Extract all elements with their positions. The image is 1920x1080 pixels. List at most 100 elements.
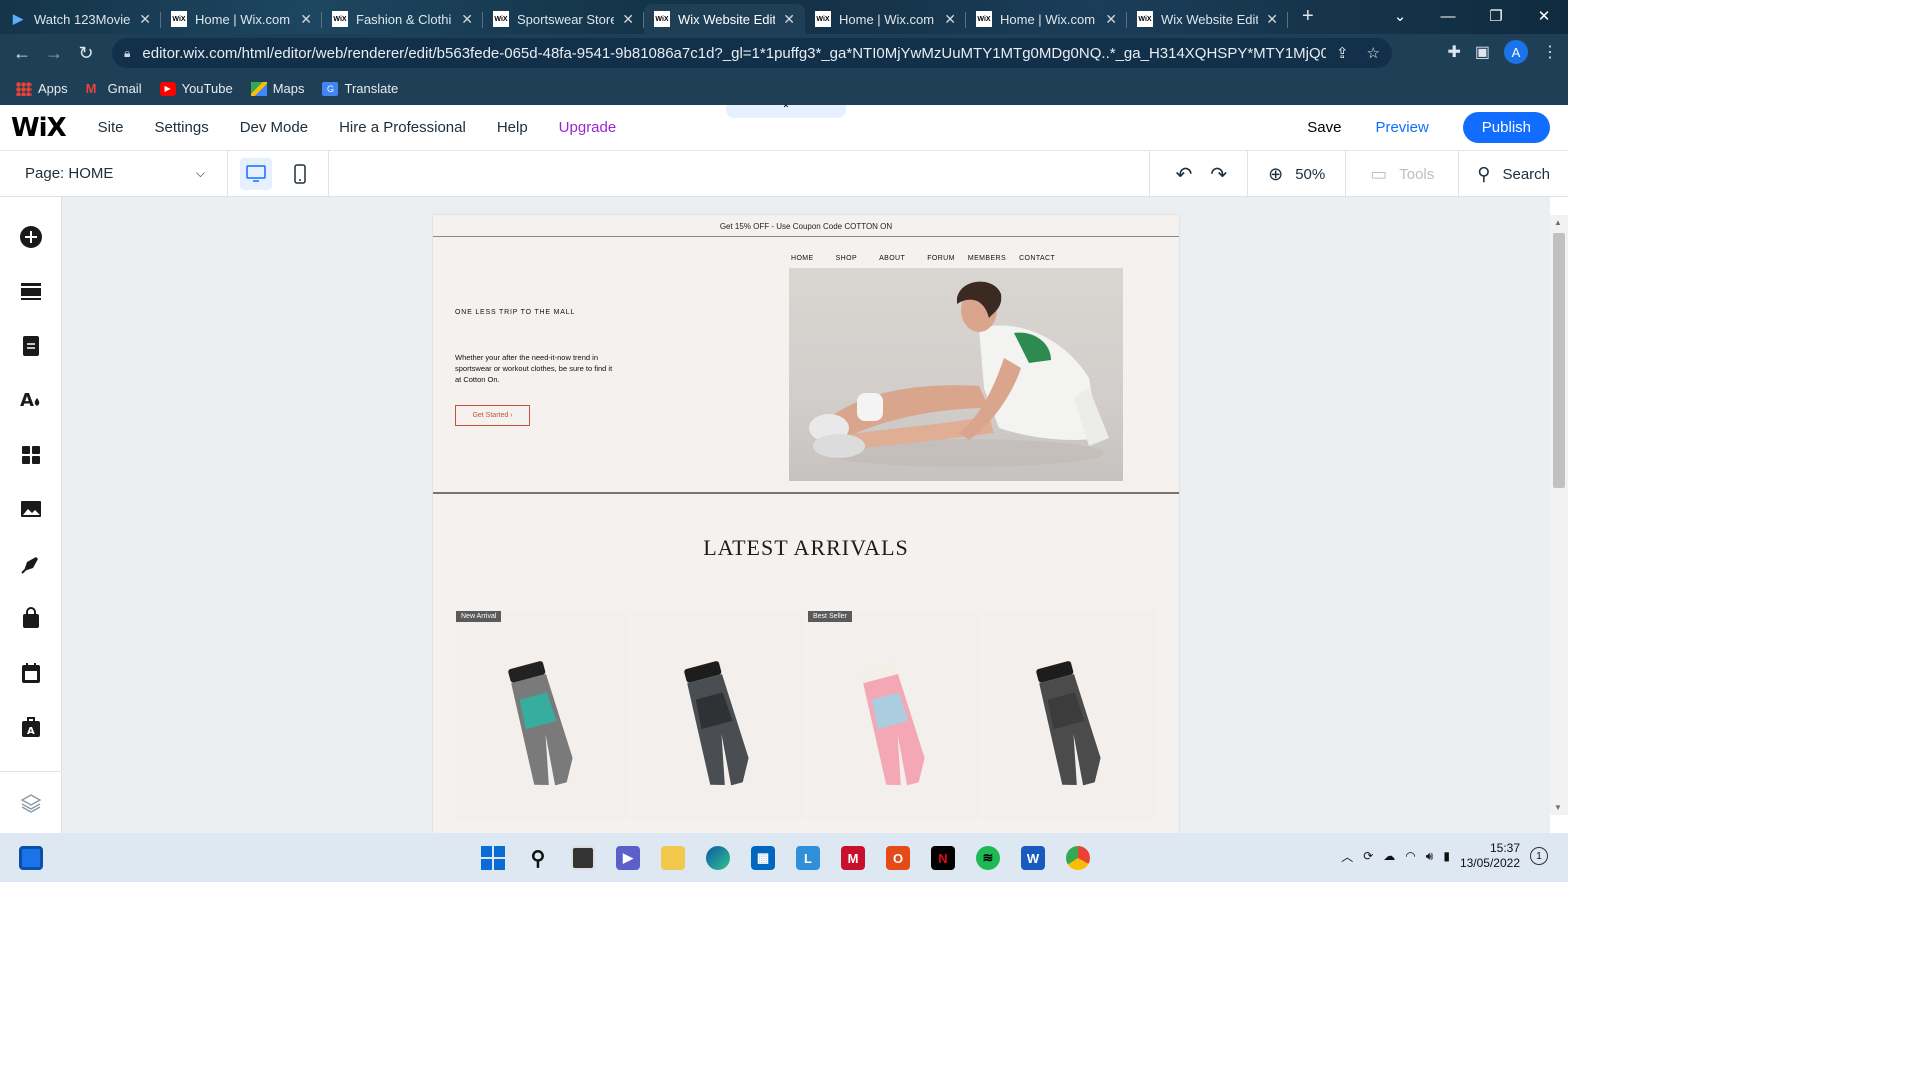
browser-tab[interactable]: WiX Home | Wix.com ✕ — [966, 4, 1127, 34]
word-icon[interactable]: W — [1021, 846, 1045, 870]
product-card[interactable]: New Arrival — [455, 610, 628, 820]
new-tab-icon[interactable]: + — [1302, 5, 1314, 28]
close-window-icon[interactable]: ✕ — [1520, 7, 1568, 25]
layers-icon[interactable] — [19, 791, 43, 815]
nav-forum[interactable]: FORUM — [927, 255, 955, 262]
undo-icon[interactable]: ↶ — [1176, 162, 1193, 187]
bookings-icon[interactable] — [19, 661, 43, 685]
close-tab-icon[interactable]: ✕ — [622, 11, 634, 28]
bookmark-translate[interactable]: G Translate — [322, 81, 398, 96]
close-tab-icon[interactable]: ✕ — [944, 11, 956, 28]
nav-contact[interactable]: CONTACT — [1019, 255, 1055, 262]
task-view-icon[interactable] — [571, 846, 595, 870]
scrollbar-thumb[interactable] — [1553, 233, 1565, 488]
share-icon[interactable]: ⇪ — [1336, 44, 1349, 62]
add-apps-icon[interactable] — [19, 443, 43, 467]
scroll-up-icon[interactable]: ▲ — [1554, 218, 1562, 227]
close-tab-icon[interactable]: ✕ — [783, 11, 795, 28]
close-tab-icon[interactable]: ✕ — [300, 11, 312, 28]
extensions-icon[interactable]: ✚ — [1447, 42, 1460, 62]
blog-icon[interactable] — [19, 552, 43, 576]
widgets-icon[interactable] — [19, 846, 43, 870]
preview-button[interactable]: Preview — [1375, 119, 1428, 136]
start-icon[interactable] — [481, 846, 505, 870]
onedrive-icon[interactable]: ☁ — [1383, 849, 1395, 863]
chevron-up-icon[interactable]: ︿ — [1341, 848, 1353, 865]
netflix-icon[interactable]: N — [931, 846, 955, 870]
battery-icon[interactable]: ▮ — [1443, 849, 1450, 863]
publish-button[interactable]: Publish — [1462, 112, 1550, 143]
add-section-icon[interactable] — [19, 279, 43, 303]
back-icon[interactable]: ← — [6, 43, 38, 64]
wifi-icon[interactable]: ◠ — [1405, 849, 1415, 863]
notification-badge[interactable]: 1 — [1530, 847, 1548, 865]
sync-icon[interactable]: ⟳ — [1363, 849, 1373, 863]
menu-hire-professional[interactable]: Hire a Professional — [339, 119, 466, 136]
spotify-icon[interactable]: ≋ — [976, 846, 1000, 870]
clock[interactable]: 15:37 13/05/2022 — [1460, 841, 1520, 871]
reload-icon[interactable]: ↻ — [70, 43, 102, 64]
browser-tab[interactable]: WiX Home | Wix.com ✕ — [805, 4, 966, 34]
bookmark-apps[interactable]: Apps — [16, 81, 68, 96]
product-card[interactable] — [631, 610, 804, 820]
site-page[interactable]: Get 15% OFF - Use Coupon Code COTTON ON … — [433, 215, 1179, 833]
edge-icon[interactable] — [706, 846, 730, 870]
hero-image[interactable] — [789, 268, 1123, 481]
mcafee-icon[interactable]: M — [841, 846, 865, 870]
wix-logo[interactable]: WiX — [11, 113, 67, 143]
browser-tab[interactable]: WiX Wix Website Edit ✕ — [1127, 4, 1288, 34]
save-button[interactable]: Save — [1307, 119, 1341, 136]
bookmark-gmail[interactable]: M Gmail — [86, 81, 142, 96]
bookmark-maps[interactable]: Maps — [250, 81, 304, 96]
nav-members[interactable]: MEMBERS — [968, 255, 1006, 262]
close-tab-icon[interactable]: ✕ — [1105, 11, 1117, 28]
volume-icon[interactable]: 🔊︎ — [1426, 849, 1434, 864]
portfolio-icon[interactable]: A — [19, 715, 43, 739]
office-icon[interactable]: O — [886, 846, 910, 870]
chrome-icon[interactable] — [1066, 846, 1090, 870]
media-icon[interactable] — [19, 497, 43, 521]
menu-settings[interactable]: Settings — [155, 119, 209, 136]
browser-tab[interactable]: ▶ Watch 123Movies ✕ — [0, 4, 161, 34]
menu-help[interactable]: Help — [497, 119, 528, 136]
nav-about[interactable]: ABOUT — [879, 255, 905, 262]
collapse-toolbar-tab[interactable]: ⌃ — [726, 105, 846, 118]
scroll-down-icon[interactable]: ▼ — [1554, 803, 1562, 812]
menu-upgrade[interactable]: Upgrade — [559, 119, 617, 136]
product-card[interactable]: Best Seller — [807, 610, 980, 820]
page-selector[interactable]: Page: HOME ⌵ — [0, 150, 228, 197]
bookmark-star-icon[interactable]: ☆ — [1367, 44, 1380, 62]
menu-site[interactable]: Site — [98, 119, 124, 136]
editor-canvas[interactable]: Get 15% OFF - Use Coupon Code COTTON ON … — [62, 197, 1550, 833]
url-text[interactable]: editor.wix.com/html/editor/web/renderer/… — [142, 45, 1326, 62]
add-elements-icon[interactable] — [19, 225, 43, 249]
chat-icon[interactable]: ▶ — [616, 846, 640, 870]
search-button[interactable]: ⚲ Search — [1458, 151, 1568, 197]
close-tab-icon[interactable]: ✕ — [461, 11, 473, 28]
forward-icon[interactable]: → — [38, 43, 70, 64]
side-panel-icon[interactable]: ▣ — [1475, 42, 1490, 62]
store-icon[interactable]: ▦ — [751, 846, 775, 870]
search-icon[interactable]: ⚲ — [526, 846, 550, 870]
browser-tab[interactable]: WiX Wix Website Edit ✕ — [644, 4, 805, 34]
redo-icon[interactable]: ↷ — [1210, 162, 1227, 187]
tools-button[interactable]: ▭ Tools — [1345, 151, 1458, 197]
profile-avatar[interactable]: A — [1504, 40, 1528, 64]
browser-tab[interactable]: WiX Fashion & Clothi ✕ — [322, 4, 483, 34]
file-explorer-icon[interactable] — [661, 846, 685, 870]
store-icon[interactable] — [19, 606, 43, 630]
hero-heading[interactable]: ONE LESS TRIP TO THE MALL — [455, 309, 575, 316]
browser-tab[interactable]: WiX Home | Wix.com ✕ — [161, 4, 322, 34]
close-tab-icon[interactable]: ✕ — [1266, 11, 1278, 28]
pages-menus-icon[interactable] — [19, 334, 43, 358]
tab-search-icon[interactable]: ⌄ — [1376, 7, 1424, 25]
nav-shop[interactable]: SHOP — [836, 255, 857, 262]
lock-icon[interactable]: 🔒︎ — [124, 46, 130, 61]
l-app-icon[interactable]: L — [796, 846, 820, 870]
menu-dev-mode[interactable]: Dev Mode — [240, 119, 308, 136]
menu-kebab-icon[interactable]: ⋮ — [1542, 42, 1558, 62]
minimize-icon[interactable]: — — [1424, 8, 1472, 25]
canvas-scrollbar[interactable]: ▲ ▼ — [1550, 215, 1568, 815]
close-tab-icon[interactable]: ✕ — [139, 11, 151, 28]
address-bar[interactable]: 🔒︎ editor.wix.com/html/editor/web/render… — [112, 38, 1392, 68]
